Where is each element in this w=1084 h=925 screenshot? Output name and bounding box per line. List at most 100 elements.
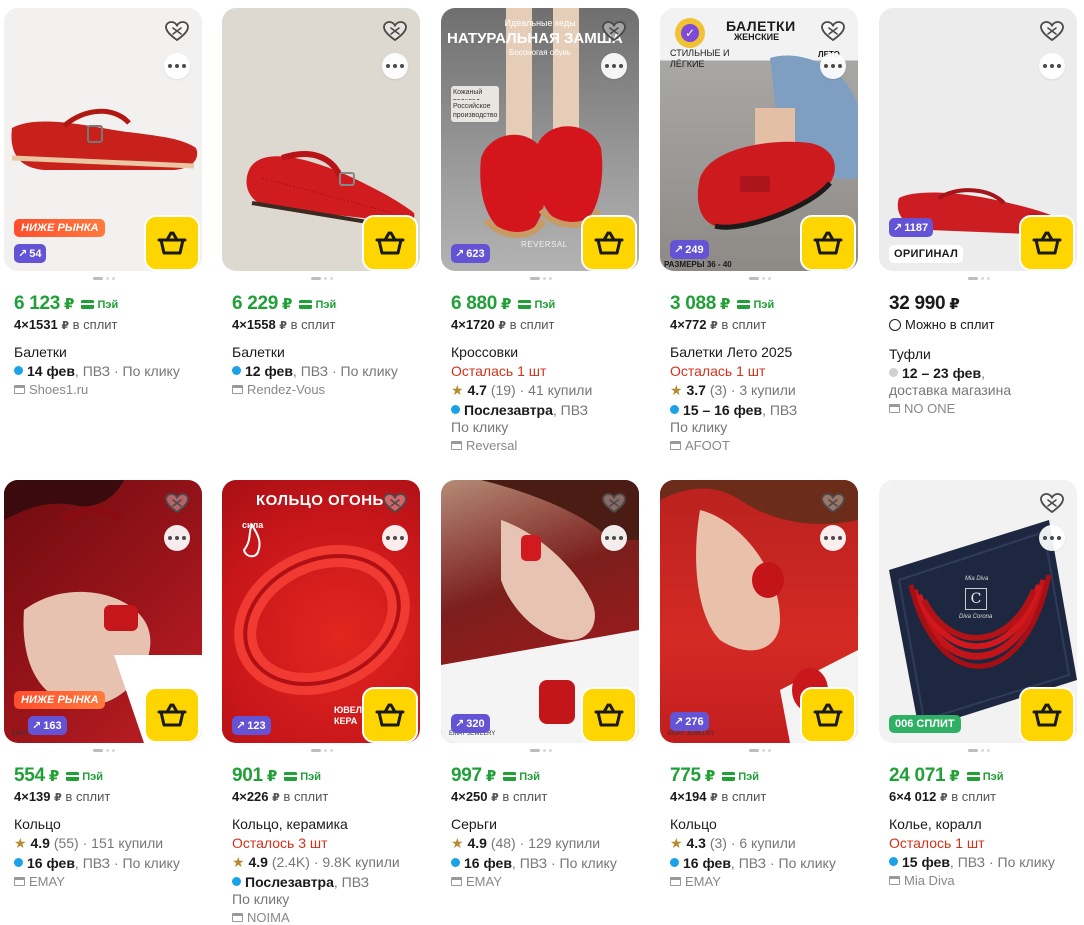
- rating[interactable]: ★ 4.7 (19) · 41 купили: [451, 382, 641, 399]
- add-to-cart-button[interactable]: [800, 687, 856, 743]
- image-pager-dots[interactable]: [222, 271, 422, 285]
- image-pager-dots[interactable]: [879, 743, 1079, 757]
- shop-name[interactable]: Rendez-Vous: [232, 382, 422, 397]
- add-to-cart-button[interactable]: [144, 687, 200, 743]
- product-image[interactable]: ↗ 1187 ОРИГИНАЛ: [879, 8, 1077, 271]
- shop-name[interactable]: Mia Diva: [889, 873, 1079, 888]
- shop-name[interactable]: NO ONE: [889, 401, 1079, 416]
- product-title[interactable]: Кольцо: [670, 816, 860, 832]
- product-title[interactable]: Серьги: [451, 816, 641, 832]
- product-image[interactable]: EMAY JEWELRY ↗ 276: [660, 480, 858, 743]
- favorite-heart-icon[interactable]: [164, 20, 190, 42]
- shop-name[interactable]: NOIMA: [232, 910, 422, 925]
- product-card[interactable]: Идеальные кеды НАТУРАЛЬНАЯ ЗАМША Босоног…: [441, 8, 641, 453]
- more-options-button[interactable]: [164, 525, 190, 551]
- product-title[interactable]: Колье, коралл: [889, 816, 1079, 832]
- product-image[interactable]: Идеальные кеды НАТУРАЛЬНАЯ ЗАМША Босоног…: [441, 8, 639, 271]
- product-image[interactable]: ✓ БАЛЕТКИ ЖЕНСКИЕ СТИЛЬНЫЕ И ЛЁГКИЕ ЛЕТО…: [660, 8, 858, 271]
- shop-name[interactable]: AFOOT: [670, 438, 860, 453]
- installment[interactable]: 4×194 ₽ в сплит: [670, 789, 860, 804]
- add-to-cart-button[interactable]: [362, 215, 418, 271]
- product-card[interactable]: ✓ БАЛЕТКИ ЖЕНСКИЕ СТИЛЬНЫЕ И ЛЁГКИЕ ЛЕТО…: [660, 8, 860, 453]
- favorite-heart-icon[interactable]: [820, 492, 846, 514]
- favorite-heart-icon[interactable]: [601, 492, 627, 514]
- product-card[interactable]: ↗ 1187 ОРИГИНАЛ 32 990 ₽ Можно в сплит Ту…: [879, 8, 1079, 416]
- product-image[interactable]: Mia Diva C Diva Corona 006 СПЛИТ: [879, 480, 1077, 743]
- image-pager-dots[interactable]: [4, 743, 204, 757]
- product-title[interactable]: Кольцо: [14, 816, 204, 832]
- product-card[interactable]: EMAY JEWELRY ↗ 276 775 ₽ Пэй 4×194 ₽ в сп…: [660, 480, 860, 889]
- favorite-heart-icon[interactable]: [1039, 20, 1065, 42]
- add-to-cart-button[interactable]: [581, 687, 637, 743]
- more-options-button[interactable]: [382, 53, 408, 79]
- favorite-heart-icon[interactable]: [382, 20, 408, 42]
- installment[interactable]: 4×772 ₽ в сплит: [670, 317, 860, 332]
- shop-name[interactable]: EMAY: [14, 874, 204, 889]
- rating[interactable]: ★ 3.7 (3) · 3 купили: [670, 382, 860, 399]
- image-pager-dots[interactable]: [222, 743, 422, 757]
- more-options-button[interactable]: [164, 53, 190, 79]
- product-image[interactable]: EMAY JEWELRY НИЖЕ РЫНКА ↗163: [4, 480, 202, 743]
- product-image[interactable]: НИЖЕ РЫНКА ↗ 54: [4, 8, 202, 271]
- installment[interactable]: 4×1720 ₽ в сплит: [451, 317, 641, 332]
- pay-badge: Пэй: [518, 299, 555, 311]
- add-to-cart-button[interactable]: [1019, 687, 1075, 743]
- installment[interactable]: 4×1558 ₽ в сплит: [232, 317, 422, 332]
- product-image[interactable]: [222, 8, 420, 271]
- favorite-heart-icon[interactable]: [1039, 492, 1065, 514]
- rating[interactable]: ★ 4.9 (55) · 151 купили: [14, 835, 204, 852]
- more-options-button[interactable]: [820, 525, 846, 551]
- favorite-heart-icon[interactable]: [601, 20, 627, 42]
- product-title[interactable]: Кольцо, керамика: [232, 816, 422, 832]
- card-icon: [503, 772, 517, 781]
- product-card[interactable]: Mia Diva C Diva Corona 006 СПЛИТ 24 071 …: [879, 480, 1079, 888]
- shop-name[interactable]: Reversal: [451, 438, 641, 453]
- product-title[interactable]: Кроссовки: [451, 344, 641, 360]
- installment[interactable]: 4×1531 ₽ в сплит: [14, 317, 204, 332]
- add-to-cart-button[interactable]: [1019, 215, 1075, 271]
- shop-name[interactable]: EMAY: [670, 874, 860, 889]
- product-card[interactable]: EMAY JEWELRY ↗ 320 997 ₽ Пэй 4×250 ₽ в сп…: [441, 480, 641, 889]
- split-available[interactable]: Можно в сплит: [889, 317, 1079, 334]
- more-options-button[interactable]: [820, 53, 846, 79]
- installment[interactable]: 4×226 ₽ в сплит: [232, 789, 422, 804]
- installment[interactable]: 4×250 ₽ в сплит: [451, 789, 641, 804]
- favorite-heart-icon[interactable]: [382, 492, 408, 514]
- product-card[interactable]: EMAY JEWELRY НИЖЕ РЫНКА ↗163 554 ₽ Пэй 4…: [4, 480, 204, 889]
- image-pager-dots[interactable]: [441, 271, 641, 285]
- add-to-cart-button[interactable]: [581, 215, 637, 271]
- price: 554: [14, 765, 45, 786]
- rating[interactable]: ★ 4.3 (3) · 6 купили: [670, 835, 860, 852]
- product-card[interactable]: НИЖЕ РЫНКА ↗ 54 6 123 ₽ Пэй 4×1531 ₽ в сп…: [4, 8, 204, 397]
- product-image[interactable]: EMAY JEWELRY ↗ 320: [441, 480, 639, 743]
- basket-icon: [594, 702, 624, 728]
- more-options-button[interactable]: [601, 525, 627, 551]
- product-image[interactable]: КОЛЬЦО ОГОНЬ сила ЮВЕЛ КЕРА ↗ 123: [222, 480, 420, 743]
- product-title[interactable]: Туфли: [889, 346, 1079, 362]
- add-to-cart-button[interactable]: [144, 215, 200, 271]
- favorite-heart-icon[interactable]: [164, 492, 190, 514]
- add-to-cart-button[interactable]: [362, 687, 418, 743]
- image-pager-dots[interactable]: [879, 271, 1079, 285]
- installment[interactable]: 4×139 ₽ в сплит: [14, 789, 204, 804]
- image-pager-dots[interactable]: [660, 271, 860, 285]
- rating[interactable]: ★ 4.9 (48) · 129 купили: [451, 835, 641, 852]
- product-card[interactable]: 6 229 ₽ Пэй 4×1558 ₽ в сплит Балетки 12 …: [222, 8, 422, 397]
- shop-name[interactable]: Shoes1.ru: [14, 382, 204, 397]
- product-title[interactable]: Балетки: [14, 344, 204, 360]
- product-card[interactable]: КОЛЬЦО ОГОНЬ сила ЮВЕЛ КЕРА ↗ 123 901 ₽ П…: [222, 480, 422, 925]
- product-title[interactable]: Балетки: [232, 344, 422, 360]
- more-options-button[interactable]: [601, 53, 627, 79]
- more-options-button[interactable]: [1039, 53, 1065, 79]
- image-pager-dots[interactable]: [660, 743, 860, 757]
- add-to-cart-button[interactable]: [800, 215, 856, 271]
- more-options-button[interactable]: [1039, 525, 1065, 551]
- image-pager-dots[interactable]: [441, 743, 641, 757]
- favorite-heart-icon[interactable]: [820, 20, 846, 42]
- shop-name[interactable]: EMAY: [451, 874, 641, 889]
- product-title[interactable]: Балетки Лето 2025: [670, 344, 860, 360]
- more-options-button[interactable]: [382, 525, 408, 551]
- image-pager-dots[interactable]: [4, 271, 204, 285]
- installment[interactable]: 6×4 012 ₽ в сплит: [889, 789, 1079, 804]
- rating[interactable]: ★ 4.9 (2.4K) · 9.8K купили: [232, 854, 422, 871]
